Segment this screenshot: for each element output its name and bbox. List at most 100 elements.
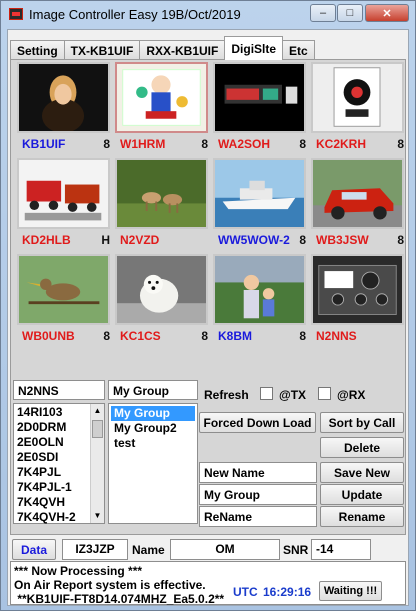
data-button[interactable]: Data: [12, 539, 56, 560]
log-line-2: On Air Report system is effective.: [14, 578, 206, 592]
snr-label: SNR: [283, 543, 309, 557]
call-list-item[interactable]: 2E0OLN: [14, 435, 90, 450]
group-list-item[interactable]: test: [111, 436, 195, 451]
rename-field[interactable]: ReName: [199, 506, 317, 527]
station-thumbnail[interactable]: [311, 158, 404, 229]
station-thumbnail[interactable]: [17, 62, 110, 133]
station-tile[interactable]: KB1UIF 8: [15, 62, 112, 158]
station-mode: 8: [299, 137, 306, 151]
call-list-item[interactable]: 2E0SDI: [14, 450, 90, 465]
station-tile[interactable]: WB0UNB 8: [15, 254, 112, 350]
tab-tx[interactable]: TX-KB1UIF: [63, 40, 141, 60]
station-tile[interactable]: KC1CS 8: [113, 254, 210, 350]
station-thumbnail[interactable]: [17, 254, 110, 325]
call-list-scrollbar[interactable]: ▲ ▼: [90, 404, 104, 523]
snr-field[interactable]: -14: [311, 539, 371, 560]
scroll-down-icon[interactable]: ▼: [91, 509, 104, 523]
station-mode: 8: [299, 233, 306, 247]
station-callsign: KC1CS: [120, 329, 161, 343]
station-thumbnail[interactable]: [213, 158, 306, 229]
station-tile[interactable]: WA2SOH 8: [211, 62, 308, 158]
station-callsign: KD2HLB: [22, 233, 71, 247]
maximize-icon[interactable]: □: [337, 4, 363, 22]
digisite-panel: KB1UIF 8 W1HRM 8 WA2SOH 8 KC2KRH 8 KD2HLB H N2VZD W…: [10, 59, 406, 535]
rename-button[interactable]: Rename: [320, 506, 404, 527]
tx-checkbox[interactable]: [260, 387, 273, 400]
group-list-item[interactable]: My Group2: [111, 421, 195, 436]
update-button[interactable]: Update: [320, 484, 404, 505]
name-label: Name: [132, 543, 165, 557]
station-call-field[interactable]: N2NNS: [13, 380, 105, 400]
station-mode: 8: [103, 137, 110, 151]
group-list-item[interactable]: My Group: [111, 406, 195, 421]
station-callsign: WB3JSW: [316, 233, 369, 247]
station-mode: 8: [397, 137, 404, 151]
call-list-item[interactable]: 7K4QVH: [14, 495, 90, 510]
tx-checkbox-label: @TX: [279, 388, 307, 402]
refresh-label: Refresh: [204, 388, 249, 402]
sort-by-call-button[interactable]: Sort by Call: [320, 412, 404, 433]
station-mode: 8: [103, 329, 110, 343]
window-title: Image Controller Easy 19B/Oct/2019: [29, 6, 241, 22]
call-list-item[interactable]: 7K4PJL: [14, 465, 90, 480]
station-mode: 8: [397, 233, 404, 247]
station-tile[interactable]: K8BM 8: [211, 254, 308, 350]
group-list[interactable]: My Group My Group2 test: [108, 403, 198, 524]
station-thumbnail[interactable]: [17, 158, 110, 229]
station-mode: 8: [201, 329, 208, 343]
station-thumbnail[interactable]: [213, 254, 306, 325]
station-thumbnail[interactable]: [115, 254, 208, 325]
station-tile[interactable]: KC2KRH 8: [309, 62, 406, 158]
call-list-item[interactable]: 7K4QVH-2: [14, 510, 90, 525]
name-field[interactable]: OM: [170, 539, 280, 560]
group-edit-field[interactable]: My Group: [199, 484, 317, 505]
close-icon[interactable]: ✕: [365, 4, 409, 22]
station-thumbnail[interactable]: [213, 62, 306, 133]
station-callsign: WW5WOW-2: [218, 233, 290, 247]
forced-download-button[interactable]: Forced Down Load: [199, 412, 316, 433]
group-name-field[interactable]: My Group: [108, 380, 198, 400]
station-callsign: K8BM: [218, 329, 253, 343]
call-list-item[interactable]: 7K4PJL-1: [14, 480, 90, 495]
station-thumbnail[interactable]: [115, 158, 208, 229]
station-tile[interactable]: N2VZD: [113, 158, 210, 254]
status-strip: Data IZ3JZP Name OM SNR -14: [10, 538, 406, 561]
station-mode: H: [101, 233, 110, 247]
waiting-button[interactable]: Waiting !!!: [319, 581, 382, 601]
tab-setting[interactable]: Setting: [10, 40, 65, 60]
station-tile[interactable]: N2NNS: [309, 254, 406, 350]
app-icon: [9, 8, 23, 20]
save-new-button[interactable]: Save New: [320, 462, 404, 483]
rx-checkbox[interactable]: [318, 387, 331, 400]
log-line-3: **KB1UIF-FT8D14.074MHZ_Ea5.0.2**: [14, 592, 225, 606]
call-list[interactable]: 14RI103 2D0DRM 2E0OLN 2E0SDI 7K4PJL 7K4PJL-1 7…: [13, 403, 105, 524]
scroll-thumb[interactable]: [92, 420, 103, 438]
tab-rx[interactable]: RXX-KB1UIF: [139, 40, 226, 60]
delete-button[interactable]: Delete: [320, 437, 404, 458]
station-callsign: WB0UNB: [22, 329, 75, 343]
station-tile[interactable]: WB3JSW 8: [309, 158, 406, 254]
station-callsign: W1HRM: [120, 137, 166, 151]
station-callsign: KC2KRH: [316, 137, 367, 151]
tab-strip: Setting TX-KB1UIF RXX-KB1UIF DigiSlte Et…: [10, 36, 315, 60]
callsign-field[interactable]: IZ3JZP: [62, 539, 128, 560]
tab-digisite[interactable]: DigiSlte: [224, 36, 284, 60]
tab-etc[interactable]: Etc: [282, 40, 315, 60]
new-name-field[interactable]: New Name: [199, 462, 317, 483]
client-area: Setting TX-KB1UIF RXX-KB1UIF DigiSlte Et…: [7, 29, 409, 606]
call-list-item[interactable]: 2D0DRM: [14, 420, 90, 435]
utc-time: 16:29:16: [263, 585, 312, 599]
station-callsign: KB1UIF: [22, 137, 66, 151]
station-tile[interactable]: WW5WOW-2 8: [211, 158, 308, 254]
station-tile[interactable]: W1HRM 8: [113, 62, 210, 158]
call-list-item[interactable]: 14RI103: [14, 405, 90, 420]
station-thumbnail[interactable]: [311, 62, 404, 133]
station-tile[interactable]: KD2HLB H: [15, 158, 112, 254]
station-thumbnail[interactable]: [311, 254, 404, 325]
minimize-icon[interactable]: –: [310, 4, 336, 22]
station-callsign: N2NNS: [316, 329, 357, 343]
station-thumbnail[interactable]: [115, 62, 208, 133]
log-line-1: *** Now Processing ***: [14, 564, 143, 578]
scroll-up-icon[interactable]: ▲: [91, 404, 104, 418]
station-mode: 8: [201, 137, 208, 151]
